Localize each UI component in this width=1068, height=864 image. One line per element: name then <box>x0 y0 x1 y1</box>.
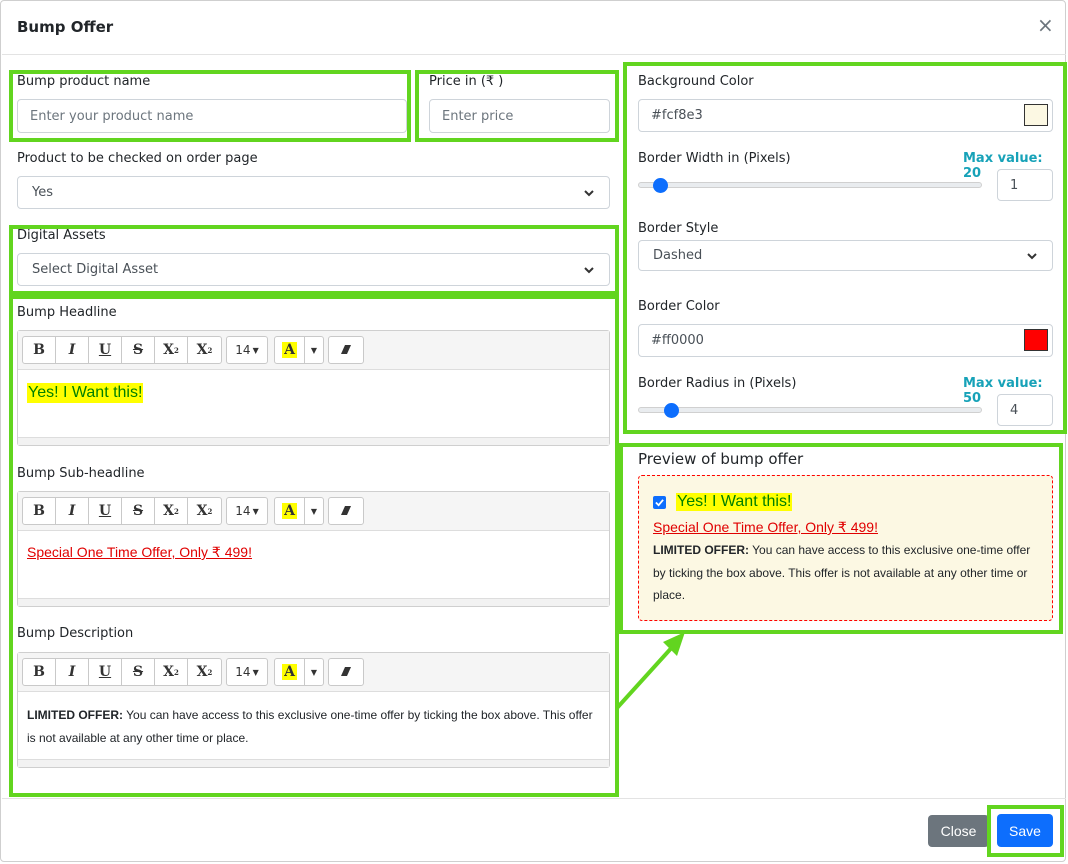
bump-offer-modal: Bump Offer × Bump product name Enter you… <box>0 0 1067 862</box>
chevron-down-icon[interactable]: ▼ <box>305 659 323 685</box>
chevron-down-icon <box>1027 252 1037 259</box>
chevron-down-icon <box>584 189 594 196</box>
border-radius-value: 4 <box>1010 402 1019 418</box>
strikethrough-button[interactable]: S <box>122 498 155 524</box>
checked-select[interactable]: Yes <box>17 176 610 209</box>
digital-assets-select[interactable]: Select Digital Asset <box>17 253 610 286</box>
italic-button[interactable]: I <box>56 659 89 685</box>
font-size-button[interactable]: 14 ▼ <box>227 659 267 685</box>
strikethrough-button[interactable]: S <box>122 659 155 685</box>
subheadline-toolbar: B I U S X2 X2 14 ▼ A ▼ <box>18 492 609 531</box>
underline-button[interactable]: U <box>89 498 122 524</box>
product-name-placeholder: Enter your product name <box>30 108 194 124</box>
eraser-icon[interactable] <box>329 498 363 524</box>
border-color-input[interactable]: #ff0000 <box>638 324 1053 357</box>
checked-value: Yes <box>32 185 53 200</box>
highlight-color-button[interactable]: A <box>275 498 305 524</box>
headline-resize-bar[interactable] <box>18 437 609 445</box>
preview-description: LIMITED OFFER: You can have access to th… <box>653 543 1031 602</box>
footer-divider <box>2 798 1066 799</box>
preview-box: Yes! I Want this! Special One Time Offer… <box>638 475 1053 621</box>
preview-subheadline: Special One Time Offer, Only ₹ 499! <box>653 519 878 535</box>
border-width-value: 1 <box>1010 177 1019 193</box>
product-name-label: Bump product name <box>17 74 151 89</box>
italic-button[interactable]: I <box>56 337 89 363</box>
underline-button[interactable]: U <box>89 337 122 363</box>
subscript-button[interactable]: X2 <box>188 337 221 363</box>
annotation-arrow-icon <box>615 632 685 710</box>
checked-label: Product to be checked on order page <box>17 151 258 166</box>
border-radius-label: Border Radius in (Pixels) <box>638 376 797 391</box>
border-width-slider[interactable] <box>638 182 982 188</box>
preview-headline: Yes! I Want this! <box>676 493 793 511</box>
border-radius-input[interactable]: 4 <box>997 394 1053 426</box>
highlight-color-button[interactable]: A <box>275 337 305 363</box>
description-editor: B I U S X2 X2 14 ▼ A ▼ LIMITED OFFER: You… <box>17 652 610 768</box>
preview-title: Preview of bump offer <box>638 450 804 468</box>
superscript-button[interactable]: X2 <box>155 337 188 363</box>
font-size-button[interactable]: 14 ▼ <box>227 498 267 524</box>
underline-button[interactable]: U <box>89 659 122 685</box>
border-width-slider-thumb[interactable] <box>653 178 668 193</box>
headline-toolbar: B I U S X2 X2 14 ▼ A ▼ <box>18 331 609 370</box>
description-content[interactable]: LIMITED OFFER: You can have access to th… <box>27 704 597 750</box>
digital-assets-value: Select Digital Asset <box>32 262 159 277</box>
chevron-down-icon[interactable]: ▼ <box>305 498 323 524</box>
price-input[interactable]: Enter price <box>429 99 610 133</box>
description-toolbar: B I U S X2 X2 14 ▼ A ▼ <box>18 653 609 692</box>
price-placeholder: Enter price <box>442 108 514 124</box>
headline-label: Bump Headline <box>17 305 117 320</box>
save-button[interactable]: Save <box>997 814 1053 847</box>
eraser-icon[interactable] <box>329 337 363 363</box>
digital-assets-label: Digital Assets <box>17 228 106 243</box>
border-color-value: #ff0000 <box>651 333 704 348</box>
headline-content[interactable]: Yes! I Want this! <box>27 383 144 403</box>
product-name-input[interactable]: Enter your product name <box>17 99 407 133</box>
subscript-button[interactable]: X2 <box>188 498 221 524</box>
header-divider <box>2 54 1066 55</box>
background-color-swatch[interactable] <box>1024 104 1048 126</box>
description-label: Bump Description <box>17 626 134 641</box>
border-width-label: Border Width in (Pixels) <box>638 151 791 166</box>
background-color-label: Background Color <box>638 74 754 89</box>
headline-editor: B I U S X2 X2 14 ▼ A ▼ Yes! I Want this! <box>17 330 610 446</box>
subheadline-label: Bump Sub-headline <box>17 466 145 481</box>
preview-checkbox[interactable] <box>653 496 666 509</box>
subheadline-editor: B I U S X2 X2 14 ▼ A ▼ Special One Time O… <box>17 491 610 607</box>
border-style-select[interactable]: Dashed <box>638 240 1053 271</box>
background-color-input[interactable]: #fcf8e3 <box>638 99 1053 132</box>
subheadline-content[interactable]: Special One Time Offer, Only ₹ 499! <box>27 544 252 561</box>
border-style-label: Border Style <box>638 221 719 236</box>
bold-button[interactable]: B <box>23 498 56 524</box>
border-radius-slider[interactable] <box>638 407 982 413</box>
border-color-swatch[interactable] <box>1024 329 1048 351</box>
border-color-label: Border Color <box>638 299 720 314</box>
border-width-input[interactable]: 1 <box>997 169 1053 201</box>
font-size-button[interactable]: 14 ▼ <box>227 337 267 363</box>
highlight-color-button[interactable]: A <box>275 659 305 685</box>
superscript-button[interactable]: X2 <box>155 659 188 685</box>
subheadline-resize-bar[interactable] <box>18 598 609 606</box>
check-icon <box>655 499 664 507</box>
subscript-button[interactable]: X2 <box>188 659 221 685</box>
italic-button[interactable]: I <box>56 498 89 524</box>
close-button[interactable]: Close <box>928 815 989 847</box>
strikethrough-button[interactable]: S <box>122 337 155 363</box>
border-radius-slider-thumb[interactable] <box>664 403 679 418</box>
eraser-icon[interactable] <box>329 659 363 685</box>
superscript-button[interactable]: X2 <box>155 498 188 524</box>
price-label: Price in (₹ ) <box>429 74 504 89</box>
close-icon[interactable]: × <box>1037 15 1054 35</box>
border-style-value: Dashed <box>653 248 703 263</box>
bold-button[interactable]: B <box>23 337 56 363</box>
bold-button[interactable]: B <box>23 659 56 685</box>
chevron-down-icon[interactable]: ▼ <box>305 337 323 363</box>
modal-title: Bump Offer <box>17 18 114 36</box>
background-color-value: #fcf8e3 <box>651 108 703 123</box>
description-resize-bar[interactable] <box>18 759 609 767</box>
chevron-down-icon <box>584 266 594 273</box>
